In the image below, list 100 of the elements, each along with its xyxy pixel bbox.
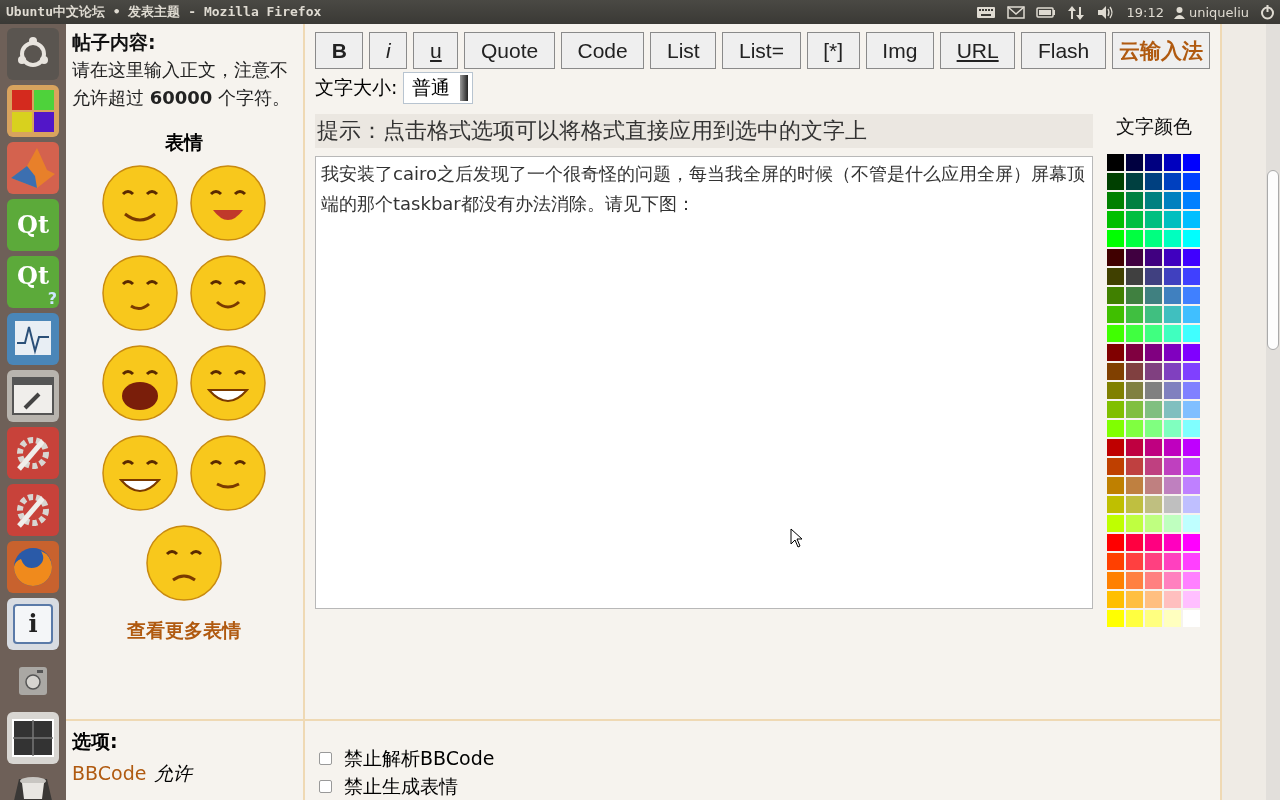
color-swatch[interactable] [1107,249,1124,266]
color-swatch[interactable] [1164,401,1181,418]
color-swatch[interactable] [1126,572,1143,589]
peak-surface-icon[interactable] [7,142,59,194]
color-swatch[interactable] [1164,344,1181,361]
color-swatch[interactable] [1126,173,1143,190]
color-swatch[interactable] [1145,268,1162,285]
color-swatch[interactable] [1183,344,1200,361]
smiley-face-icon[interactable] [100,164,179,242]
more-emoticons-link[interactable]: 查看更多表情 [72,618,295,644]
format-button[interactable]: Code [560,32,645,69]
color-swatch[interactable] [1107,173,1124,190]
color-swatch[interactable] [1145,610,1162,627]
color-swatch[interactable] [1126,496,1143,513]
color-swatch[interactable] [1107,154,1124,171]
checkbox[interactable] [319,779,332,793]
color-swatch[interactable] [1145,534,1162,551]
color-swatch[interactable] [1126,610,1143,627]
color-swatch[interactable] [1126,534,1143,551]
blushing-face-icon[interactable] [100,254,179,332]
user-menu[interactable]: uniqueliu [1173,4,1249,20]
color-swatch[interactable] [1183,591,1200,608]
dizzy-face-icon[interactable] [144,524,223,602]
color-swatch[interactable] [1164,230,1181,247]
color-swatch[interactable] [1126,287,1143,304]
color-swatch[interactable] [1145,211,1162,228]
format-button[interactable]: u [413,32,459,69]
color-swatch[interactable] [1183,515,1200,532]
format-button[interactable]: B [315,32,364,69]
color-swatch[interactable] [1164,477,1181,494]
format-button[interactable]: [*] [806,32,860,69]
color-swatch[interactable] [1164,534,1181,551]
laughing-face-icon[interactable] [100,344,179,422]
color-swatch[interactable] [1145,496,1162,513]
color-swatch[interactable] [1145,249,1162,266]
bbcode-link[interactable]: BBCode [72,762,147,784]
color-swatch[interactable] [1107,382,1124,399]
color-swatch[interactable] [1126,477,1143,494]
color-swatch[interactable] [1126,420,1143,437]
color-swatch[interactable] [1145,382,1162,399]
window-wrench-icon[interactable] [7,370,59,422]
color-swatch[interactable] [1164,382,1181,399]
color-swatch[interactable] [1183,211,1200,228]
color-swatch[interactable] [1107,477,1124,494]
color-swatch[interactable] [1183,439,1200,456]
color-swatch[interactable] [1145,420,1162,437]
color-swatch[interactable] [1183,382,1200,399]
color-swatch[interactable] [1145,591,1162,608]
color-swatch[interactable] [1126,439,1143,456]
color-swatch[interactable] [1107,344,1124,361]
smirking-face-icon[interactable] [188,434,267,512]
color-swatch[interactable] [1164,420,1181,437]
color-swatch[interactable] [1107,496,1124,513]
color-swatch[interactable] [1183,458,1200,475]
color-swatch[interactable] [1107,515,1124,532]
color-swatch[interactable] [1126,515,1143,532]
color-swatch[interactable] [1164,496,1181,513]
color-swatch[interactable] [1126,268,1143,285]
color-swatch[interactable] [1164,268,1181,285]
color-swatch[interactable] [1145,173,1162,190]
format-button[interactable]: List= [722,32,801,69]
color-swatch[interactable] [1107,211,1124,228]
color-swatch[interactable] [1164,553,1181,570]
color-swatch[interactable] [1126,458,1143,475]
grinning-face-icon[interactable] [188,344,267,422]
color-swatch[interactable] [1107,268,1124,285]
color-swatch[interactable] [1145,401,1162,418]
grinning-face-icon[interactable] [100,434,179,512]
color-swatch[interactable] [1107,458,1124,475]
color-swatch[interactable] [1183,420,1200,437]
power-icon[interactable] [1259,3,1276,21]
cubes-icon[interactable] [7,85,59,137]
color-swatch[interactable] [1107,553,1124,570]
color-swatch[interactable] [1107,591,1124,608]
color-swatch[interactable] [1145,477,1162,494]
color-swatch[interactable] [1164,325,1181,342]
format-button[interactable]: Quote [464,32,555,69]
color-swatch[interactable] [1145,287,1162,304]
color-swatch[interactable] [1164,363,1181,380]
color-swatch[interactable] [1126,553,1143,570]
tongue-out-face-icon[interactable] [188,164,267,242]
color-swatch[interactable] [1183,325,1200,342]
color-swatch[interactable] [1145,439,1162,456]
format-button[interactable]: i [369,32,408,69]
clock[interactable]: 19:12 [1126,4,1164,20]
color-swatch[interactable] [1145,325,1162,342]
color-swatch[interactable] [1126,211,1143,228]
color-swatch[interactable] [1107,363,1124,380]
color-swatch[interactable] [1183,173,1200,190]
color-swatch[interactable] [1107,572,1124,589]
color-swatch[interactable] [1107,192,1124,209]
format-button[interactable]: 云输入法 [1111,32,1210,69]
color-swatch[interactable] [1107,420,1124,437]
color-swatch[interactable] [1164,610,1181,627]
color-swatch[interactable] [1183,268,1200,285]
color-swatch[interactable] [1164,287,1181,304]
color-swatch[interactable] [1126,249,1143,266]
color-swatch[interactable] [1164,515,1181,532]
giggling-face-icon[interactable] [188,254,267,332]
color-swatch[interactable] [1107,439,1124,456]
